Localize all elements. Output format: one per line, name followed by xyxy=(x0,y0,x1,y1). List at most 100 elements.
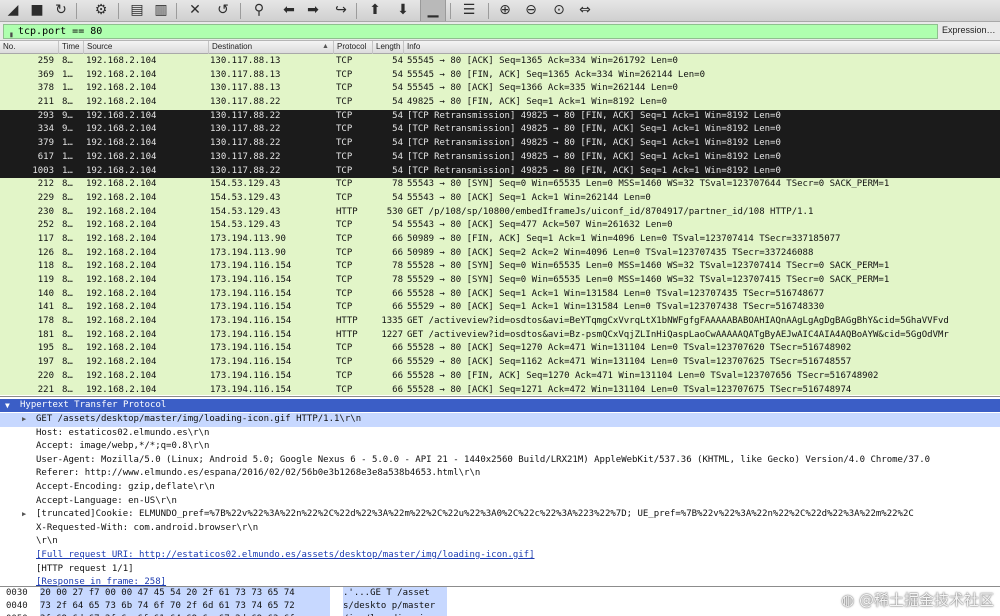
packet-no: 259 xyxy=(37,56,54,66)
expression-button[interactable]: Expression… xyxy=(942,25,996,35)
packet-list[interactable]: No. Time Source Destination Protocol Len… xyxy=(0,41,1000,395)
packet-length: 66 xyxy=(392,302,403,313)
packet-time: 8… xyxy=(62,261,73,272)
zoom-in-button[interactable]: ⊕ xyxy=(494,0,516,21)
packet-row[interactable]: 252 8… 192.168.2.104 154.53.129.43 TCP 54 5554… xyxy=(0,219,1000,233)
column-header-source[interactable]: Source xyxy=(83,41,208,54)
packet-row[interactable]: 195 8… 192.168.2.104 173.194.116.154 TCP 66 55… xyxy=(0,342,1000,357)
details-line[interactable]: ▶ GET /assets/desktop/master/img/loading-… xyxy=(0,413,1000,427)
zoom-normal-button[interactable]: ⊙ xyxy=(548,0,570,21)
column-header-destination[interactable]: Destination xyxy=(208,41,333,54)
details-line[interactable]: Accept-Encoding: gzip,deflate\r\n xyxy=(0,481,1000,495)
packet-no: 334 xyxy=(37,124,54,135)
zoom-normal-icon: ⊙ xyxy=(553,2,565,18)
packet-row[interactable]: 230 8… 192.168.2.104 154.53.129.43 HTTP 530 GE… xyxy=(0,205,1000,220)
packet-time: 8… xyxy=(62,302,73,313)
details-line[interactable]: Accept-Language: en-US\r\n xyxy=(0,495,1000,509)
packet-row[interactable]: 221 8… 192.168.2.104 173.194.116.154 TCP 66 55… xyxy=(0,383,1000,395)
packet-row[interactable]: 379 1… 192.168.2.104 130.117.88.22 TCP 54 [TCP… xyxy=(0,137,1000,151)
find-packet-button[interactable]: ⚲ xyxy=(248,0,270,21)
hex-ascii: s/deskto p/master xyxy=(343,600,447,613)
details-line[interactable]: User-Agent: Mozilla/5.0 (Linux; Android … xyxy=(0,454,1000,468)
packet-row[interactable]: 293 9… 192.168.2.104 130.117.88.22 TCP 54 [TCP… xyxy=(0,109,1000,124)
packet-row[interactable]: 181 8… 192.168.2.104 173.194.116.154 HTTP 122… xyxy=(0,328,1000,343)
packet-destination: 130.117.88.22 xyxy=(210,97,281,108)
restart-capture-button[interactable]: ↻ xyxy=(50,0,72,21)
resize-columns-button[interactable]: ⇔ xyxy=(574,0,596,21)
go-to-packet-button[interactable]: ↪ xyxy=(330,0,352,21)
packet-row[interactable]: 197 8… 192.168.2.104 173.194.116.154 TCP 66 55… xyxy=(0,356,1000,370)
fin-shark-button[interactable]: ◢ xyxy=(2,0,24,21)
details-line[interactable]: Accept: image/webp,*/*;q=0.8\r\n xyxy=(0,440,1000,454)
packet-row[interactable]: 117 8… 192.168.2.104 173.194.113.90 TCP 66 509… xyxy=(0,232,1000,247)
packet-row[interactable]: 119 8… 192.168.2.104 173.194.116.154 TCP 78 55… xyxy=(0,274,1000,288)
display-filter-input[interactable]: ▮ tcp.port == 80 xyxy=(3,24,938,39)
packet-row[interactable]: 229 8… 192.168.2.104 154.53.129.43 TCP 54 5554… xyxy=(0,191,1000,206)
watermark: ◍ @稀土掘金技术社区 xyxy=(841,589,994,610)
details-line[interactable]: \r\n xyxy=(0,535,1000,549)
details-line[interactable]: Host: estaticos02.elmundo.es\r\n xyxy=(0,427,1000,441)
packet-row[interactable]: 617 1… 192.168.2.104 130.117.88.22 TCP 54 [TCP… xyxy=(0,150,1000,165)
packet-row[interactable]: 126 8… 192.168.2.104 173.194.113.90 TCP 66 509… xyxy=(0,246,1000,261)
stop-capture-button[interactable]: ■ xyxy=(26,0,48,21)
packet-row[interactable]: 140 8… 192.168.2.104 173.194.116.154 TCP 66 55… xyxy=(0,287,1000,302)
packet-source: 192.168.2.104 xyxy=(86,97,157,108)
stop-capture-icon: ■ xyxy=(30,2,44,18)
packet-no: 117 xyxy=(37,233,54,244)
details-protocol-header[interactable]: ▼ Hypertext Transfer Protocol xyxy=(0,399,1000,412)
zoom-out-button[interactable]: ⊖ xyxy=(520,0,542,21)
details-line[interactable]: X-Requested-With: com.android.browser\r\… xyxy=(0,522,1000,536)
go-forward-button[interactable]: ➡ xyxy=(302,0,324,21)
reload-file-button[interactable]: ↺ xyxy=(212,0,234,21)
column-header-protocol[interactable]: Protocol xyxy=(333,41,372,54)
packet-row[interactable]: 141 8… 192.168.2.104 173.194.116.154 TCP 66 55… xyxy=(0,301,1000,316)
filter-bookmark-icon[interactable]: ▮ xyxy=(9,28,14,41)
packet-row[interactable]: 178 8… 192.168.2.104 173.194.116.154 HTTP 133… xyxy=(0,315,1000,329)
packet-protocol: TCP xyxy=(336,165,353,176)
packet-row[interactable]: 378 1… 192.168.2.104 130.117.88.13 TCP 54 5554… xyxy=(0,82,1000,97)
packet-info: 50989 → 80 [FIN, ACK] Seq=1 Ack=1 Win=40… xyxy=(407,233,841,244)
packet-info: [TCP Retransmission] 49825 → 80 [FIN, AC… xyxy=(407,138,781,149)
packet-time: 8… xyxy=(62,357,73,368)
autoscroll-button[interactable]: ▁ xyxy=(420,0,446,21)
packet-destination: 130.117.88.22 xyxy=(210,110,281,121)
go-last-packet-button[interactable]: ⬇ xyxy=(392,0,414,21)
expand-triangle-icon[interactable]: ▶ xyxy=(22,413,26,427)
expand-triangle-icon[interactable]: ▶ xyxy=(22,508,26,522)
details-line[interactable]: [HTTP request 1/1] xyxy=(0,563,1000,577)
packet-length: 54 xyxy=(392,220,403,231)
close-file-button[interactable]: ✕ xyxy=(184,0,206,21)
save-file-button[interactable]: ▥ xyxy=(150,0,172,21)
packet-destination: 173.194.116.154 xyxy=(210,275,292,285)
details-line[interactable]: [Response in frame: 258] xyxy=(0,576,1000,586)
packet-info: [TCP Retransmission] 49825 → 80 [FIN, AC… xyxy=(407,110,781,121)
column-header-no[interactable]: No. xyxy=(0,41,58,54)
details-line[interactable]: ▶ [truncated]Cookie: ELMUNDO_pref=%7B%22v… xyxy=(0,508,1000,522)
packet-protocol: TCP xyxy=(336,124,353,135)
go-back-button[interactable]: ⬅ xyxy=(278,0,300,21)
column-header-time[interactable]: Time xyxy=(58,41,83,54)
go-first-packet-button[interactable]: ⬆ xyxy=(364,0,386,21)
packet-protocol: TCP xyxy=(336,83,353,94)
packet-info: 50989 → 80 [ACK] Seq=2 Ack=2 Win=4096 Le… xyxy=(407,247,814,258)
colorize-button[interactable]: ☰ xyxy=(458,0,480,21)
column-header-length[interactable]: Length xyxy=(372,41,403,54)
details-line[interactable]: [Full request URI: http://estaticos02.el… xyxy=(0,549,1000,563)
packet-destination: 130.117.88.22 xyxy=(210,151,281,162)
packet-row[interactable]: 1003 1… 192.168.2.104 130.117.88.22 TCP 54 [TC… xyxy=(0,164,1000,179)
packet-row[interactable]: 118 8… 192.168.2.104 173.194.116.154 TCP 78 55… xyxy=(0,260,1000,274)
packet-details-pane[interactable]: ▼ Hypertext Transfer Protocol ▶ GET /asse… xyxy=(0,396,1000,586)
capture-options-button[interactable]: ⚙ xyxy=(90,0,112,21)
packet-row[interactable]: 259 8… 192.168.2.104 130.117.88.13 TCP 54 5554… xyxy=(0,55,1000,69)
packet-row[interactable]: 334 9… 192.168.2.104 130.117.88.22 TCP 54 [TCP… xyxy=(0,123,1000,138)
packet-source: 192.168.2.104 xyxy=(86,206,157,217)
column-header-info[interactable]: Info xyxy=(403,41,1000,54)
packet-row[interactable]: 220 8… 192.168.2.104 173.194.116.154 TCP 66 55… xyxy=(0,369,1000,384)
packet-row[interactable]: 211 8… 192.168.2.104 130.117.88.22 TCP 54 4982… xyxy=(0,96,1000,110)
details-text: Host: estaticos02.elmundo.es\r\n xyxy=(36,427,210,438)
collapse-triangle-icon[interactable]: ▼ xyxy=(5,399,10,412)
packet-row[interactable]: 212 8… 192.168.2.104 154.53.129.43 TCP 78 5554… xyxy=(0,178,1000,192)
packet-row[interactable]: 369 1… 192.168.2.104 130.117.88.13 TCP 54 5554… xyxy=(0,68,1000,83)
details-line[interactable]: Referer: http://www.elmundo.es/espana/20… xyxy=(0,467,1000,481)
open-file-button[interactable]: ▤ xyxy=(126,0,148,21)
